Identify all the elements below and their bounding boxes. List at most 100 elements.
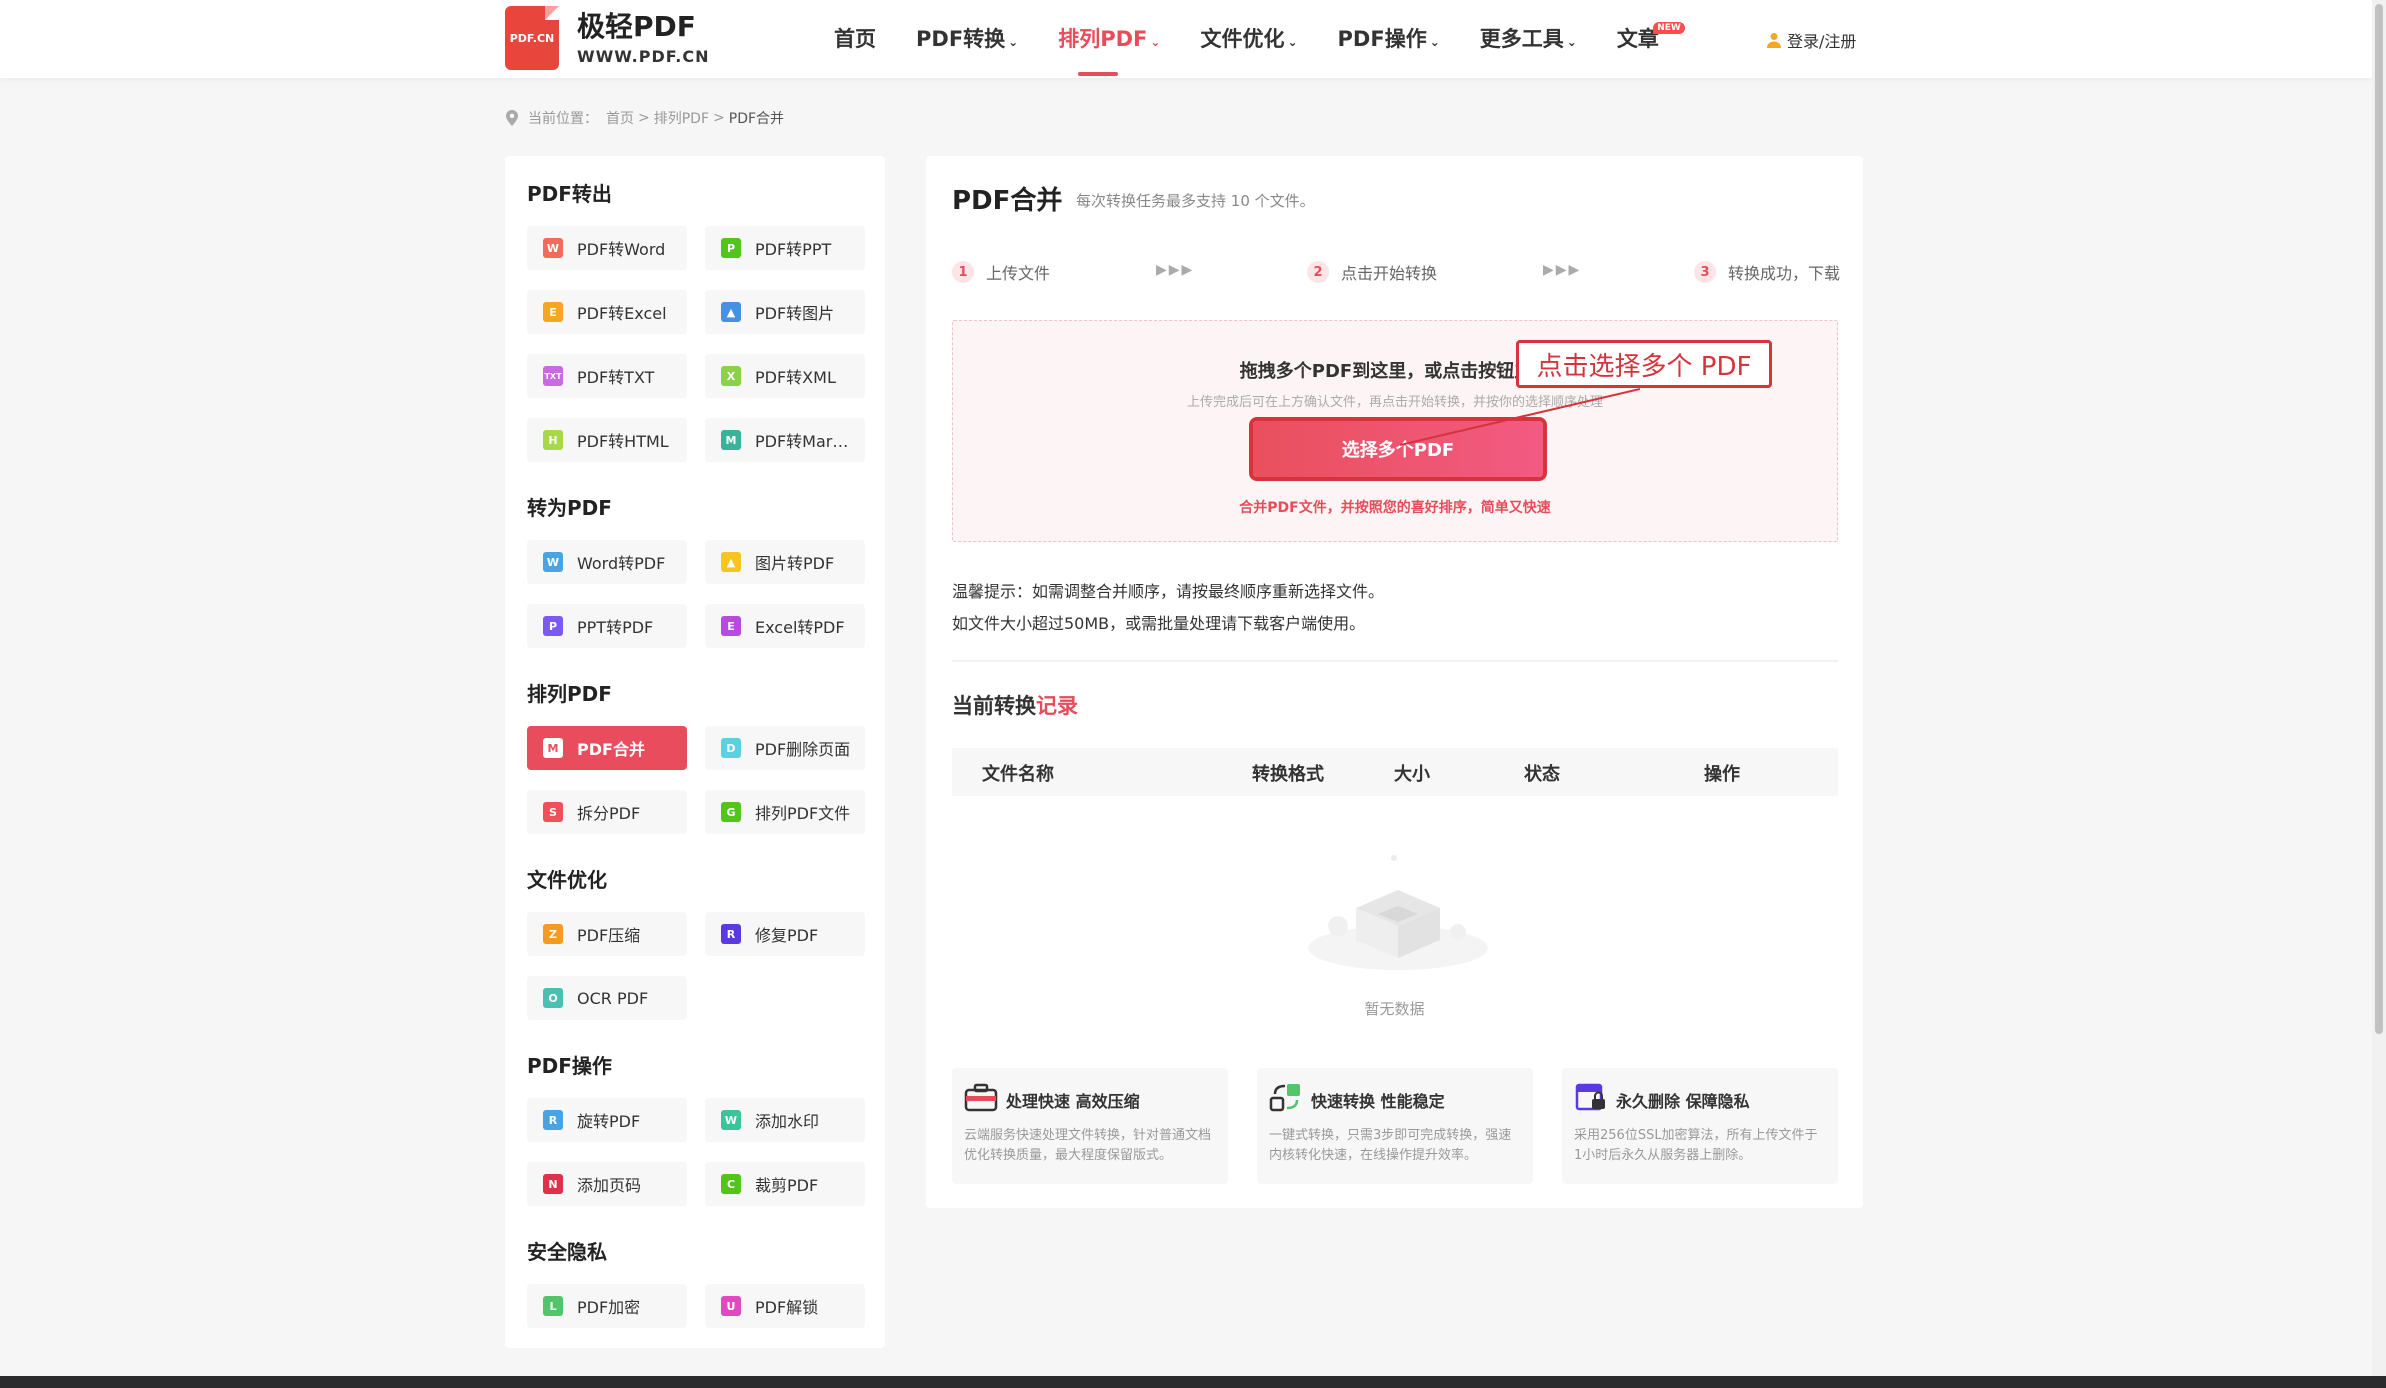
step-start: 2 点击开始转换 [1307, 260, 1437, 284]
tool-pdf-compress[interactable]: Z PDF压缩 [527, 912, 687, 956]
tool-pdf-encrypt[interactable]: L PDF加密 [527, 1284, 687, 1328]
col-actions: 操作 [1704, 764, 1740, 785]
login-label: 登录/注册 [1787, 32, 1857, 51]
chevron-down-icon: ⌄ [1008, 35, 1019, 49]
tool-pdf-unlock[interactable]: U PDF解锁 [705, 1284, 865, 1328]
nav-label: 文件优化 [1200, 27, 1285, 51]
tool-ppt-to-pdf[interactable]: P PPT转PDF [527, 604, 687, 648]
nav-label: PDF转换 [916, 27, 1006, 51]
annotation-callout: 点击选择多个 PDF [1516, 340, 1772, 388]
tool-ocr-pdf[interactable]: O OCR PDF [527, 976, 687, 1020]
tool-label: PDF转Mar… [755, 432, 849, 451]
briefcase-icon [964, 1083, 998, 1112]
tool-label: PDF加密 [577, 1298, 641, 1317]
page-number-icon: N [543, 1174, 563, 1194]
excel-icon: E [721, 616, 741, 636]
nav-arrange-pdf[interactable]: 排列PDF ⌄ [1058, 0, 1160, 78]
site-logo[interactable]: PDF.CN 极轻PDF WWW.PDF.CN [505, 6, 710, 70]
html-icon: H [543, 430, 563, 450]
nav-label: PDF操作 [1337, 27, 1427, 51]
merge-icon: M [543, 738, 563, 758]
page-subtitle: 每次转换任务最多支持 10 个文件。 [1076, 192, 1315, 210]
watermark-icon: W [721, 1110, 741, 1130]
ocr-icon: O [543, 988, 563, 1008]
divider [952, 660, 1838, 662]
tool-label: PDF转Word [577, 240, 666, 259]
logo-url: WWW.PDF.CN [577, 46, 710, 66]
tool-arrange-pdf[interactable]: G 排列PDF文件 [705, 790, 865, 834]
breadcrumb-separator: > [638, 110, 650, 126]
nav-articles[interactable]: 文章 NEW [1617, 0, 1685, 78]
tool-repair-pdf[interactable]: R 修复PDF [705, 912, 865, 956]
tool-pdf-to-image[interactable]: ▲ PDF转图片 [705, 290, 865, 334]
nav-file-optimize[interactable]: 文件优化 ⌄ [1200, 0, 1297, 78]
nav-home[interactable]: 首页 [834, 0, 876, 78]
new-badge: NEW [1653, 22, 1685, 34]
tool-pdf-merge[interactable]: M PDF合并 [527, 726, 687, 770]
unlock-icon: U [721, 1296, 741, 1316]
step-label: 上传文件 [986, 264, 1051, 283]
logo-name: 极轻PDF [577, 9, 696, 43]
rotate-icon: R [543, 1110, 563, 1130]
records-table-header: 文件名称 转换格式 大小 状态 操作 [952, 748, 1838, 796]
ppt-icon: P [721, 238, 741, 258]
tool-rotate-pdf[interactable]: R 旋转PDF [527, 1098, 687, 1142]
tool-label: PDF转图片 [755, 304, 835, 323]
tool-label: PDF转HTML [577, 432, 669, 451]
tool-pdf-to-xml[interactable]: X PDF转XML [705, 354, 865, 398]
tool-crop-pdf[interactable]: C 裁剪PDF [705, 1162, 865, 1206]
tool-add-watermark[interactable]: W 添加水印 [705, 1098, 865, 1142]
tool-pdf-to-txt[interactable]: TXT PDF转TXT [527, 354, 687, 398]
tool-split-pdf[interactable]: S 拆分PDF [527, 790, 687, 834]
tool-label: PDF压缩 [577, 926, 641, 945]
nav-pdf-convert[interactable]: PDF转换 ⌄ [916, 0, 1018, 78]
login-link[interactable]: 登录/注册 [1767, 28, 1856, 52]
nav-label: 排列PDF [1058, 27, 1148, 51]
logo-icon: PDF.CN [505, 6, 559, 70]
section-title-operations: PDF操作 [527, 1054, 612, 1078]
tool-label: PPT转PDF [577, 618, 654, 637]
col-size: 大小 [1394, 764, 1430, 785]
split-icon: S [543, 802, 563, 822]
breadcrumb-current: PDF合并 [728, 111, 785, 127]
breadcrumb-arrange[interactable]: 排列PDF [654, 108, 709, 128]
tool-word-to-pdf[interactable]: W Word转PDF [527, 540, 687, 584]
location-pin-icon [506, 110, 518, 126]
tool-excel-to-pdf[interactable]: E Excel转PDF [705, 604, 865, 648]
tool-label: Word转PDF [577, 554, 666, 573]
nav-more-tools[interactable]: 更多工具 ⌄ [1480, 0, 1577, 78]
tool-pdf-delete-pages[interactable]: D PDF删除页面 [705, 726, 865, 770]
section-title-pdf-out: PDF转出 [527, 182, 612, 206]
tool-pdf-to-ppt[interactable]: P PDF转PPT [705, 226, 865, 270]
step-label: 点击开始转换 [1341, 264, 1438, 283]
tool-label: PDF转TXT [577, 368, 655, 387]
tool-pdf-to-markdown[interactable]: M PDF转Mar… [705, 418, 865, 462]
drop-subtitle: 上传完成后可在上方确认文件，再点击开始转换，并按你的选择顺序处理 [1186, 395, 1603, 410]
chevron-down-icon: ⌄ [1566, 35, 1577, 49]
records-title-highlight: 记录 [1036, 694, 1078, 718]
col-status: 状态 [1524, 764, 1560, 785]
word-icon: W [543, 552, 563, 572]
privacy-icon [1575, 1083, 1605, 1111]
empty-box-icon [1308, 855, 1488, 970]
wrench-icon: R [721, 924, 741, 944]
image-icon: ▲ [721, 552, 741, 572]
tip-line: 温馨提示：如需调整合并顺序，请按最终顺序重新选择文件。 [952, 582, 1385, 601]
scrollbar-thumb[interactable] [2375, 4, 2383, 1034]
callout-pointer [1400, 388, 1640, 446]
breadcrumb-home[interactable]: 首页 [606, 108, 634, 128]
chevron-down-icon: ⌄ [1287, 35, 1298, 49]
image-icon: ▲ [721, 302, 741, 322]
tool-pdf-to-excel[interactable]: E PDF转Excel [527, 290, 687, 334]
tool-image-to-pdf[interactable]: ▲ 图片转PDF [705, 540, 865, 584]
step-number: 2 [1307, 261, 1329, 283]
tool-label: 裁剪PDF [755, 1176, 819, 1195]
tool-add-page-numbers[interactable]: N 添加页码 [527, 1162, 687, 1206]
nav-pdf-operations[interactable]: PDF操作 ⌄ [1338, 0, 1440, 78]
tool-label: 添加水印 [755, 1112, 820, 1131]
feature-title: 快速转换 性能稳定 [1311, 1092, 1445, 1111]
tool-pdf-to-html[interactable]: H PDF转HTML [527, 418, 687, 462]
drop-note: 合并PDF文件，并按照您的喜好排序，简单又快速 [1239, 500, 1551, 516]
feature-fast-processing: 处理快速 高效压缩 云端服务快速处理文件转换，针对普通文档优化转换质量，最大程度… [952, 1068, 1228, 1184]
tool-pdf-to-word[interactable]: W PDF转Word [527, 226, 687, 270]
